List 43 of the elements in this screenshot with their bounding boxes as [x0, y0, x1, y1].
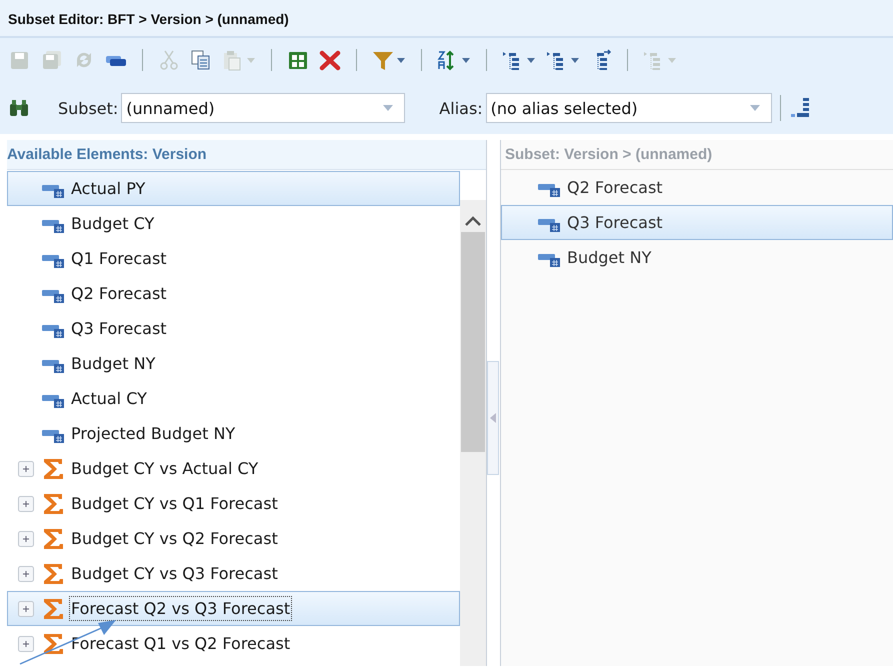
tree-item[interactable]: Budget CY	[7, 206, 460, 241]
tree-item[interactable]: Projected Budget NY	[7, 416, 460, 451]
filter-icon[interactable]	[371, 49, 407, 71]
scrollbar[interactable]	[460, 200, 486, 666]
subset-item[interactable]: Budget NY	[501, 240, 893, 275]
subset-label: Subset:	[58, 98, 118, 118]
scroll-up-icon[interactable]	[463, 214, 483, 228]
expand-icon[interactable]	[18, 636, 34, 652]
tree-item[interactable]: Actual PY	[7, 171, 460, 206]
expand-icon[interactable]	[18, 496, 34, 512]
subset-item[interactable]: Q2 Forecast	[501, 170, 893, 205]
sigma-icon	[42, 528, 66, 550]
expand-icon[interactable]	[18, 530, 34, 546]
sigma-icon	[42, 458, 66, 480]
collapse-icon[interactable]	[545, 49, 581, 71]
sigma-icon	[42, 598, 66, 620]
tree-item[interactable]: Budget NY	[7, 346, 460, 381]
panel-header: Available Elements: Version	[7, 140, 486, 170]
subset-dropdown[interactable]: (unnamed)	[121, 93, 406, 123]
sigma-icon	[42, 492, 66, 514]
expand-icon[interactable]	[501, 49, 537, 71]
tree-item[interactable]: Forecast Q1 vs Q2 Forecast	[7, 626, 460, 661]
subset-item[interactable]: Q3 Forecast	[501, 205, 893, 240]
alias-label: Alias:	[439, 98, 483, 118]
window-title: Subset Editor: BFT > Version > (unnamed)	[0, 0, 893, 38]
tree-item[interactable]: Budget CY vs Q2 Forecast	[7, 521, 460, 556]
delete-icon[interactable]	[318, 49, 342, 71]
tree-item[interactable]: Actual CY	[7, 381, 460, 416]
sigma-icon	[42, 562, 66, 584]
expand-icon[interactable]	[18, 566, 34, 582]
tree-item[interactable]: Budget CY vs Actual CY	[7, 451, 460, 486]
expand-icon[interactable]	[18, 460, 34, 476]
tree-item[interactable]: Budget CY vs Q1 Forecast	[7, 486, 460, 521]
sort-icon[interactable]	[436, 49, 472, 71]
tree-item[interactable]: Q2 Forecast	[7, 276, 460, 311]
tree-item[interactable]: Budget CY vs Q3 Forecast	[7, 556, 460, 591]
sigma-icon	[42, 632, 66, 654]
tree-item[interactable]: Forecast Q2 vs Q3 Forecast	[7, 591, 460, 626]
alias-dropdown[interactable]: (no alias selected)	[486, 93, 772, 123]
tree-item[interactable]: Q3 Forecast	[7, 311, 460, 346]
binoculars-icon[interactable]	[8, 99, 30, 117]
tree-item[interactable]: Q1 Forecast	[7, 241, 460, 276]
expand-icon[interactable]	[18, 600, 34, 616]
